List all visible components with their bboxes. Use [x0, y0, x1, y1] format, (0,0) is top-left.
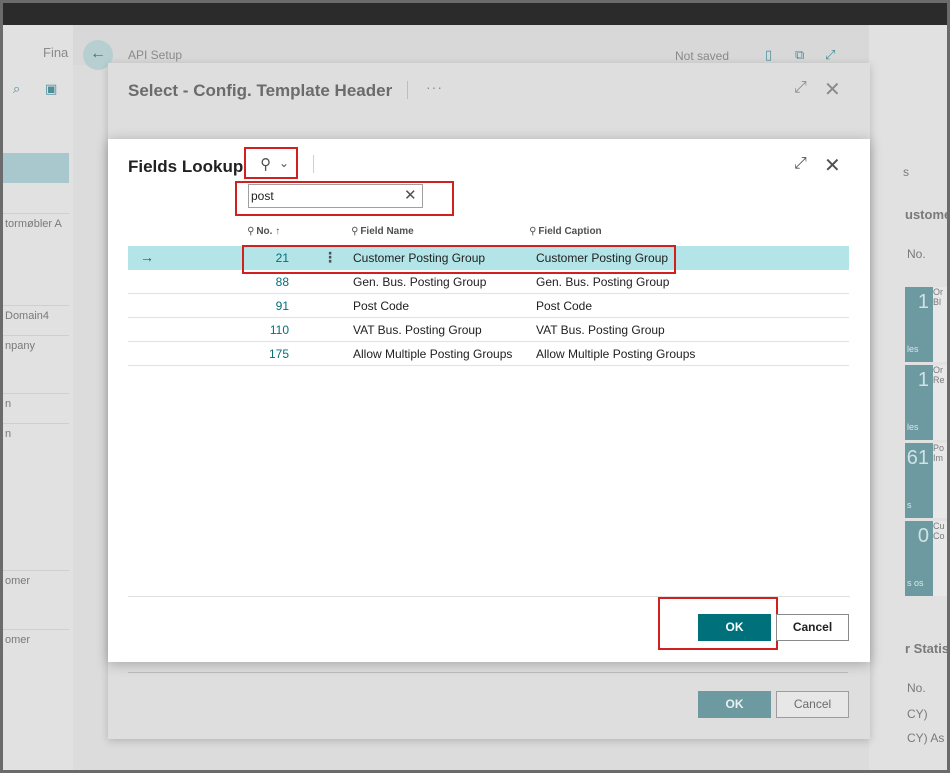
fields-lookup-dialog: Fields Lookup ⚲ ⌄ ⤢ ✕ ✕ ⚲No. ↑ ⚲Field Na… — [108, 139, 870, 662]
factbox-title: ustome — [905, 207, 950, 222]
list-item: n — [3, 393, 69, 417]
search-icon: ⚲ — [247, 226, 255, 237]
search-input-box[interactable]: ✕ — [248, 184, 423, 208]
field-name: Post Code — [353, 299, 410, 313]
bookmark-icon[interactable]: ▯ — [765, 47, 772, 63]
save-status: Not saved — [675, 49, 730, 63]
field-no[interactable]: 91 — [276, 299, 289, 313]
dialog-title: Fields Lookup — [128, 157, 244, 176]
statistics-label: No. — [907, 681, 926, 695]
search-icon: ⚲ — [529, 226, 537, 237]
list-item: tormøbler A — [3, 213, 69, 237]
cue-tile: 61 s — [905, 443, 933, 518]
expand-icon[interactable]: ⤢ — [794, 79, 807, 97]
close-icon[interactable]: ✕ — [824, 77, 841, 102]
row-arrow-icon: → — [140, 249, 154, 265]
selected-row-highlight — [242, 245, 676, 274]
selected-row-bg — [3, 153, 69, 183]
statistics-label: CY) — [907, 707, 928, 721]
app-title: Fina — [43, 45, 69, 60]
factbox-label: No. — [907, 247, 926, 261]
list-item: npany — [3, 335, 69, 359]
expand-icon[interactable]: ⤢ — [794, 155, 807, 173]
column-header-field-caption[interactable]: ⚲ Field Caption — [529, 226, 602, 237]
field-caption: Allow Multiple Posting Groups — [536, 347, 696, 361]
field-no[interactable]: 110 — [270, 323, 289, 337]
api-setup-bar — [73, 25, 869, 65]
statistics-title: r Statis — [905, 641, 950, 656]
divider — [128, 672, 848, 673]
statistics-label: CY) As V — [907, 731, 947, 745]
expand-icon[interactable]: ⤢ — [825, 47, 835, 63]
factbox-tab: s — [903, 165, 909, 179]
cue-tile: 0s os — [905, 521, 933, 596]
search-icon: ⌕ — [13, 81, 21, 96]
ok-button[interactable]: OK — [698, 614, 771, 641]
ok-button[interactable]: OK — [698, 691, 771, 718]
table-row[interactable]: 91 Post Code Post Code — [128, 294, 849, 318]
search-icon: ⚲ — [351, 226, 359, 237]
cue-tile-label: Cu Co — [933, 521, 947, 596]
table-row[interactable]: 110 VAT Bus. Posting Group VAT Bus. Post… — [128, 318, 849, 342]
top-bar — [3, 3, 947, 25]
cue-tile-label: Or Bl — [933, 287, 947, 362]
cue-tile-label: Po Im — [933, 443, 947, 518]
column-header-field-name[interactable]: ⚲ Field Name — [351, 226, 414, 237]
close-icon[interactable]: ✕ — [824, 153, 841, 178]
field-caption: Gen. Bus. Posting Group — [536, 275, 670, 289]
field-name: VAT Bus. Posting Group — [353, 323, 482, 337]
cue-tile: 1 les — [905, 287, 933, 362]
field-name: Gen. Bus. Posting Group — [353, 275, 487, 289]
search-input[interactable] — [251, 187, 396, 205]
cancel-button[interactable]: Cancel — [776, 614, 849, 641]
page-title: API Setup — [128, 48, 183, 62]
background-left-pane: Fina ⌕ ▣ tormøbler A Domain4 npany n n o… — [3, 25, 73, 770]
field-no[interactable]: 88 — [276, 275, 289, 289]
back-arrow-icon: ← — [90, 45, 106, 62]
open-new-window-icon[interactable]: ⧉ — [795, 47, 804, 63]
cue-tile-label: Or Re — [933, 365, 947, 440]
app-frame: Fina ⌕ ▣ tormøbler A Domain4 npany n n o… — [0, 0, 950, 773]
field-caption: VAT Bus. Posting Group — [536, 323, 665, 337]
search-icon: ⚲ — [260, 156, 271, 173]
column-header-no[interactable]: ⚲ No. ↑ — [247, 226, 280, 237]
list-item: omer — [3, 570, 69, 594]
search-toggle-button[interactable]: ⚲ ⌄ — [244, 147, 298, 179]
cue-tile: 1 les — [905, 365, 933, 440]
clear-icon[interactable]: ✕ — [404, 186, 417, 204]
divider — [407, 81, 408, 99]
table-row[interactable]: 175 Allow Multiple Posting Groups Allow … — [128, 342, 849, 366]
list-item: n — [3, 423, 69, 447]
field-no[interactable]: 175 — [269, 347, 289, 361]
chevron-down-icon: ⌄ — [279, 156, 290, 170]
sort-ascending-icon: ↑ — [275, 226, 281, 237]
table-icon: ▣ — [45, 81, 58, 96]
background-right-pane: s ustome No. 1 les Or Bl 1 les Or Re 61 s P… — [869, 25, 947, 770]
divider — [313, 155, 314, 173]
cancel-button[interactable]: Cancel — [776, 691, 849, 718]
field-caption: Post Code — [536, 299, 593, 313]
dialog-title: Select - Config. Template Header — [128, 81, 393, 100]
list-item: omer — [3, 629, 69, 653]
more-options-icon[interactable]: ··· — [426, 79, 443, 95]
field-name: Allow Multiple Posting Groups — [353, 347, 513, 361]
list-item: Domain4 — [3, 305, 69, 329]
